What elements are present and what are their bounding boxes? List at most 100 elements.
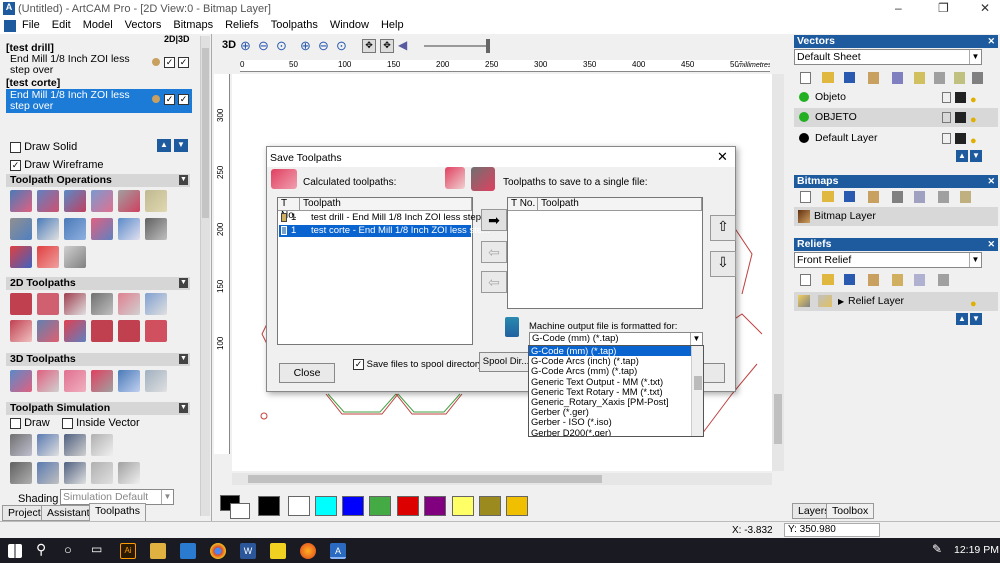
chrome-icon[interactable] [210, 543, 226, 559]
toolpath-2d-icon[interactable] [118, 320, 140, 342]
toolpath-op-icon[interactable] [64, 246, 86, 268]
color-swatch[interactable] [288, 496, 310, 516]
reliefs-header[interactable]: Reliefs ✕ [794, 238, 998, 251]
toolpath-2d-icon[interactable] [10, 320, 32, 342]
left-scrollbar[interactable] [200, 36, 210, 516]
light-icon[interactable]: ● [970, 132, 977, 151]
layer-icon[interactable] [938, 191, 949, 203]
layer-icon[interactable] [934, 72, 945, 84]
collapse-icon[interactable]: ▼ [179, 354, 188, 364]
tab-toolbox[interactable]: Toolbox [826, 503, 875, 519]
relief-select[interactable]: Front Relief ▼ [794, 252, 982, 268]
color-swatch[interactable] [397, 496, 419, 516]
zoom-out-icon[interactable]: ⊖ [258, 38, 269, 54]
bitmaps-header[interactable]: Bitmaps ✕ [794, 175, 998, 188]
toolpath-2d-icon[interactable] [64, 293, 86, 315]
layer-icon[interactable] [868, 191, 879, 203]
move-down-icon[interactable]: ▼ [970, 150, 982, 162]
toolpath-item-corte[interactable]: End Mill 1/8 Inch ZOI less step over ✓ ✓ [6, 89, 192, 113]
area-clearance-icon[interactable] [37, 293, 59, 315]
vertical-scrollbar[interactable] [772, 74, 784, 471]
light-icon[interactable]: ● [970, 111, 977, 130]
color-swatch[interactable] [369, 496, 391, 516]
menu-bitmaps[interactable]: Bitmaps [167, 18, 219, 32]
toolpaths-to-save-list[interactable]: T No. Toolpath [507, 197, 703, 309]
close-icon[interactable]: ✕ [987, 35, 995, 48]
toolpath-output-checkbox[interactable]: ✓ [178, 57, 189, 68]
open-icon[interactable] [822, 191, 834, 202]
toolpath-op-icon[interactable] [64, 190, 86, 212]
background-color[interactable] [230, 503, 250, 519]
toolpath-op-icon[interactable] [145, 218, 167, 240]
close-window-button[interactable]: ✕ [980, 1, 990, 15]
new-icon[interactable] [800, 191, 811, 203]
sheet-select[interactable]: Default Sheet ▼ [794, 49, 982, 65]
machine-format-select[interactable]: G-Code (mm) (*.tap) ▼ [529, 332, 703, 346]
col-tno[interactable]: T No. [508, 198, 538, 211]
relief-layer-row[interactable]: ▶ Relief Layer ● [794, 292, 998, 311]
sim-draw-checkbox[interactable] [10, 417, 21, 429]
move-down-icon[interactable]: ▼ [174, 139, 188, 152]
toolpath-3d-icon[interactable] [145, 370, 167, 392]
move-up-button[interactable]: ⇧ [710, 215, 736, 241]
zoom-fit-icon[interactable]: ⊕ [300, 38, 311, 54]
draw-solid-checkbox[interactable] [10, 141, 21, 153]
toolpath-3d-icon[interactable] [10, 370, 32, 392]
sim-inside-option[interactable]: Inside Vector [62, 417, 140, 429]
layer-icon[interactable] [892, 274, 903, 286]
toolpath-visible-checkbox[interactable]: ✓ [164, 94, 175, 105]
remove-all-button[interactable]: ⇦ [481, 271, 507, 293]
horizontal-scrollbar[interactable] [232, 473, 772, 485]
play-icon[interactable]: ▶ [838, 292, 844, 311]
simulation-icon[interactable] [10, 462, 32, 484]
layer-icon[interactable] [892, 191, 903, 203]
view-3d-button[interactable]: 3D [222, 39, 236, 51]
view-slider-thumb[interactable] [486, 39, 490, 53]
col-toolpath[interactable]: Toolpath [538, 198, 702, 211]
color-swatch[interactable] [258, 496, 280, 516]
move-down-icon[interactable]: ▼ [970, 313, 982, 325]
artcam-taskbar-icon[interactable]: A [330, 543, 346, 559]
layer-row-selected[interactable]: OBJETO ● [794, 108, 998, 127]
file-explorer-icon[interactable] [150, 543, 166, 559]
save-icon[interactable] [844, 191, 855, 202]
toolpath-2d-icon[interactable] [118, 293, 140, 315]
collapse-icon[interactable]: ▼ [179, 278, 188, 288]
lock-icon[interactable] [942, 92, 951, 103]
simulation-icon[interactable] [64, 462, 86, 484]
view-slider-track[interactable] [424, 45, 488, 47]
color-swatch[interactable] [452, 496, 474, 516]
add-toolpath-button[interactable]: ➡ [481, 209, 507, 231]
col-tno[interactable]: T No. [278, 198, 300, 221]
simulation-icon[interactable] [64, 434, 86, 456]
toolpath-3d-icon[interactable] [118, 370, 140, 392]
dropdown-scroll-thumb[interactable] [694, 376, 702, 390]
lock-icon[interactable] [942, 112, 951, 123]
pen-icon[interactable] [955, 133, 966, 144]
layer-icon[interactable] [954, 72, 965, 84]
simulation-icon[interactable] [37, 462, 59, 484]
dropdown-scrollbar[interactable] [691, 346, 703, 436]
left-scroll-thumb[interactable] [202, 48, 209, 218]
toolpath-output-checkbox[interactable]: ✓ [178, 94, 189, 105]
simulation-icon[interactable] [37, 434, 59, 456]
new-icon[interactable] [800, 72, 811, 84]
drilling-icon[interactable] [91, 293, 113, 315]
layer-icon[interactable] [972, 72, 983, 84]
layer-icon[interactable] [938, 274, 949, 286]
layer-icon[interactable] [868, 72, 879, 84]
toolpath-op-icon[interactable] [37, 190, 59, 212]
machine-format-dropdown[interactable]: G-Code (mm) (*.tap) G-Code Arcs (inch) (… [528, 345, 704, 437]
simulation-icon[interactable] [91, 434, 113, 456]
col-toolpath[interactable]: Toolpath [300, 198, 472, 211]
toolpath-2d-icon[interactable] [145, 293, 167, 315]
toolpath-3d-icon[interactable] [37, 370, 59, 392]
close-icon[interactable]: ✕ [987, 175, 995, 188]
zoom-box-icon[interactable]: ⊙ [276, 38, 287, 54]
new-icon[interactable] [800, 274, 811, 286]
toolpath-2d-icon[interactable] [91, 320, 113, 342]
spool-checkbox[interactable]: ✓ [353, 359, 364, 370]
spool-dir-button[interactable]: Spool Dir... [479, 352, 533, 372]
toolpath-2d-icon[interactable] [37, 320, 59, 342]
dialog-close-button[interactable]: ✕ [717, 149, 728, 165]
